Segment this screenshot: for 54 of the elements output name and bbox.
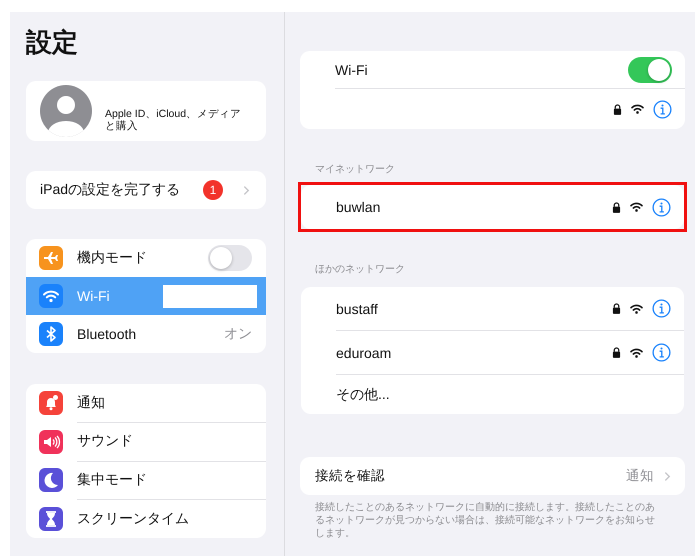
wifi-signal-icon [631, 104, 644, 114]
settings-row[interactable]: 通知 [26, 384, 266, 422]
wifi-signal-icon [630, 202, 643, 212]
settings-row[interactable]: スクリーンタイム [26, 500, 266, 538]
toggle-switch[interactable] [208, 245, 252, 271]
page-title: 設定 [26, 27, 79, 57]
wifi-signal-icon [630, 304, 643, 314]
other-network-row[interactable]: その他... [301, 375, 684, 414]
section-heading: マイネットワーク [314, 163, 396, 176]
network-row[interactable]: buwlan [301, 185, 684, 229]
hourglass-icon [39, 506, 63, 531]
toggle-switch[interactable] [628, 56, 672, 82]
setup-label: iPadの設定を完了する [40, 181, 182, 199]
row-label: 機内モード [77, 249, 147, 267]
wifi-label: Wi-Fi [335, 62, 369, 78]
ask-to-join-row[interactable]: 接続を確認 通知 [300, 457, 685, 495]
row-label: 接続を確認 [315, 467, 386, 485]
avatar-icon [40, 85, 92, 137]
info-icon[interactable] [653, 100, 672, 118]
section-heading: ほかのネットワーク [314, 263, 406, 276]
row-label: 通知 [77, 394, 105, 412]
network-name: buwlan [336, 199, 382, 215]
moon-icon [39, 468, 63, 492]
info-icon[interactable] [652, 343, 671, 362]
row-label: スクリーンタイム [77, 510, 189, 528]
row-label: 集中モード [77, 470, 147, 489]
row-value: 通知 [626, 467, 654, 485]
settings-row[interactable]: Bluetooth オン [26, 315, 266, 353]
settings-row[interactable]: 機内モード [26, 239, 266, 277]
profile-card[interactable]: Apple ID、iCloud、メディアと購入 [26, 81, 266, 141]
network-name: bustaff [336, 300, 379, 316]
bluetooth-icon [39, 322, 63, 346]
setup-row[interactable]: iPadの設定を完了する 1 [26, 171, 266, 209]
row-label: サウンド [77, 432, 133, 450]
footnote: 接続したことのあるネットワークに自動的に接続します。接続したことのあるネットワークが見つからない場合は、接続可能なネットワークをお知らせします。 [314, 500, 656, 540]
row-label: Bluetooth [77, 326, 136, 342]
chevron-icon [243, 184, 250, 196]
notification-badge: 1 [203, 180, 223, 200]
network-name: eduroam [336, 344, 392, 360]
network-row[interactable]: bustaff [301, 287, 684, 331]
wifi-icon [39, 284, 63, 308]
wifi-signal-icon [630, 348, 643, 358]
settings-row[interactable]: サウンド [26, 422, 266, 461]
profile-label: Apple ID、iCloud、メディアと購入 [105, 108, 242, 132]
row-label: Wi-Fi [77, 288, 110, 304]
chevron-icon [664, 470, 671, 482]
bell-icon [39, 391, 63, 416]
info-icon[interactable] [652, 299, 671, 318]
airplane-icon [39, 246, 63, 270]
speaker-icon [39, 430, 63, 454]
network-row[interactable]: eduroam [301, 331, 684, 375]
row-value: オン [224, 325, 252, 343]
info-icon[interactable] [652, 198, 671, 216]
settings-row[interactable]: 集中モード [26, 461, 266, 500]
